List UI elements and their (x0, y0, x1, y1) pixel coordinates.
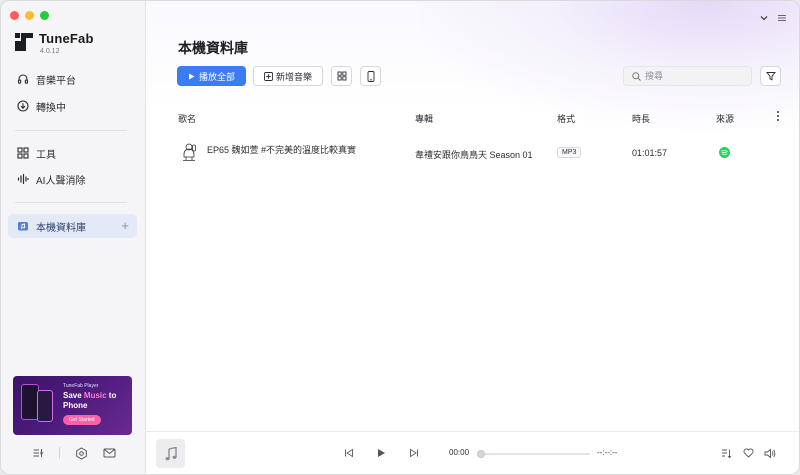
sidebar-item-ai-vocal-remover[interactable]: AI人聲消除 (8, 167, 137, 191)
phone-illustration (37, 390, 53, 422)
divider (15, 130, 127, 131)
get-started-button[interactable]: Get Started (63, 415, 101, 425)
banner-headline: Save Music to Phone (63, 391, 117, 410)
song-title: EP65 魏如萱 #不完美的溫度比較真實 (207, 145, 357, 155)
download-circle-icon (17, 100, 29, 112)
sidebar: TuneFab 4.0.12 音樂平台 轉換中 工具 AI人聲消除 本機資料庫 … (1, 1, 146, 474)
sidebar-item-converting[interactable]: 轉換中 (8, 94, 137, 118)
play-icon (188, 73, 195, 79)
current-time: 00:00 (449, 448, 470, 457)
now-playing-artwork (156, 439, 185, 468)
minimize-window-button[interactable] (25, 11, 34, 20)
sidebar-footer (1, 442, 146, 464)
column-album[interactable]: 專輯 (415, 112, 433, 125)
grid-view-button[interactable] (331, 66, 352, 86)
next-track-icon[interactable] (407, 446, 421, 460)
grid-icon (17, 147, 29, 159)
play-all-button[interactable]: 播放全部 (177, 66, 246, 86)
volume-icon[interactable] (763, 446, 777, 460)
column-source[interactable]: 來源 (716, 112, 734, 125)
add-music-label: 新增音樂 (275, 71, 312, 82)
song-album: 韋禮安跟你鳥鳥天 Season 01 (415, 150, 533, 160)
song-duration: 01:01:57 (632, 148, 668, 158)
menu-icon[interactable] (777, 13, 787, 26)
music-note-icon (165, 446, 177, 460)
headphones-icon (17, 73, 29, 85)
playlist-order-icon[interactable] (719, 446, 733, 460)
chevron-down-icon[interactable] (759, 13, 769, 26)
sidebar-item-label: 轉換中 (36, 102, 66, 114)
divider (59, 447, 60, 459)
app-name: TuneFab (39, 31, 94, 46)
column-format[interactable]: 格式 (557, 112, 575, 125)
player-bar: 00:00 --:--:-- (146, 431, 799, 474)
previous-track-icon[interactable] (342, 446, 356, 460)
app-logo: TuneFab 4.0.12 (15, 31, 94, 55)
window-controls (10, 11, 49, 20)
divider (15, 202, 127, 203)
folder-music-icon (17, 220, 29, 232)
add-library-icon[interactable]: + (121, 218, 129, 233)
feedback-icon[interactable] (31, 446, 45, 460)
main-panel: 本機資料庫 播放全部 新增音樂 歌名 專輯 格式 時長 來源 (146, 1, 799, 431)
column-duration[interactable]: 時長 (632, 112, 650, 125)
favorite-heart-icon[interactable] (741, 446, 755, 460)
column-name[interactable]: 歌名 (178, 112, 196, 125)
search-input[interactable] (645, 71, 745, 81)
search-box[interactable] (623, 66, 752, 86)
mail-icon[interactable] (102, 446, 116, 460)
tunefab-logo-icon (15, 33, 33, 51)
table-header: 歌名 專輯 格式 時長 來源 (146, 109, 799, 127)
table-row[interactable]: EP65 魏如萱 #不完美的溫度比較真實 韋禮安跟你鳥鳥天 Season 01 … (172, 134, 786, 170)
settings-icon[interactable] (74, 446, 88, 460)
podcast-cover-icon (180, 141, 198, 163)
spotify-icon (719, 147, 730, 160)
plus-square-icon (264, 71, 273, 81)
more-options-icon[interactable] (776, 110, 780, 124)
filter-icon (765, 72, 776, 81)
app-version: 4.0.12 (40, 48, 60, 55)
banner-brand: TuneFab Player (63, 383, 99, 389)
sidebar-item-label: 工具 (36, 149, 56, 161)
sidebar-item-local-library[interactable]: 本機資料庫 + (8, 214, 137, 238)
phone-icon (367, 70, 374, 82)
filter-button[interactable] (760, 66, 781, 86)
zoom-window-button[interactable] (40, 11, 49, 20)
format-badge: MP3 (557, 147, 582, 158)
sidebar-item-label: 音樂平台 (36, 75, 76, 87)
progress-knob[interactable] (477, 450, 485, 458)
sidebar-item-tools[interactable]: 工具 (8, 141, 137, 165)
waveform-icon (17, 173, 29, 185)
sidebar-item-label: AI人聲消除 (36, 175, 86, 187)
promo-banner[interactable]: TuneFab Player Save Music to Phone Get S… (13, 376, 132, 435)
search-icon (632, 71, 641, 81)
window-menu (759, 13, 787, 26)
sidebar-item-music-platform[interactable]: 音樂平台 (8, 67, 137, 91)
sidebar-item-label: 本機資料庫 (36, 222, 86, 234)
progress-bar[interactable] (477, 450, 590, 458)
total-time: --:--:-- (597, 448, 618, 457)
add-music-button[interactable]: 新增音樂 (253, 66, 323, 86)
grid-view-icon (337, 71, 346, 81)
page-title: 本機資料庫 (178, 40, 248, 56)
transfer-to-phone-button[interactable] (360, 66, 381, 86)
app-window: TuneFab 4.0.12 音樂平台 轉換中 工具 AI人聲消除 本機資料庫 … (0, 0, 800, 475)
play-icon[interactable] (374, 446, 388, 460)
close-window-button[interactable] (10, 11, 19, 20)
play-all-label: 播放全部 (198, 71, 235, 82)
